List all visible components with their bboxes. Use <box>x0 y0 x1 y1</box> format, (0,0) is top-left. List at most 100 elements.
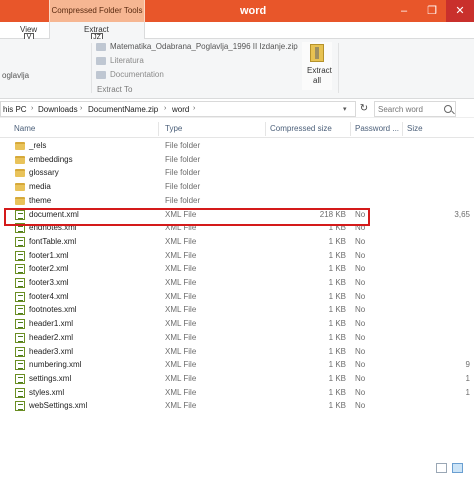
folder-row[interactable]: media File folder <box>0 181 474 195</box>
folder-icon <box>96 57 106 65</box>
chevron-down-icon[interactable]: ▾ <box>343 105 347 113</box>
file-name: numbering.xml <box>29 360 82 370</box>
file-row[interactable]: footer2.xml XML File 1 KB No <box>0 263 474 277</box>
file-name: embeddings <box>29 154 73 164</box>
file-row[interactable]: footer4.xml XML File 1 KB No <box>0 291 474 305</box>
file-type: XML File <box>165 305 197 315</box>
column-divider[interactable] <box>158 122 159 136</box>
breadcrumb-downloads[interactable]: Downloads <box>38 105 78 114</box>
ribbon-destination-2[interactable]: Literatura <box>110 56 144 65</box>
file-row[interactable]: webSettings.xml XML File 1 KB No <box>0 400 474 414</box>
file-compressed-size: 1 KB <box>328 387 346 397</box>
folder-row[interactable]: glossary File folder <box>0 167 474 181</box>
folder-icon <box>15 183 25 192</box>
column-divider[interactable] <box>265 122 266 136</box>
file-row[interactable]: numbering.xml XML File 1 KB No 9 <box>0 359 474 373</box>
file-password: No <box>355 373 366 383</box>
folder-row[interactable]: theme File folder <box>0 195 474 209</box>
file-type: XML File <box>165 332 197 342</box>
file-type: XML File <box>165 387 197 397</box>
column-compressed-size[interactable]: Compressed size <box>270 124 332 133</box>
file-row[interactable]: header2.xml XML File 1 KB No <box>0 332 474 346</box>
highlight-box <box>4 208 370 226</box>
column-password[interactable]: Password ... <box>355 124 399 133</box>
search-box[interactable] <box>374 101 456 117</box>
file-compressed-size: 1 KB <box>328 332 346 342</box>
breadcrumb-zip[interactable]: DocumentName.zip <box>88 105 158 114</box>
file-size: 1 <box>465 373 470 383</box>
file-name: header1.xml <box>29 319 74 329</box>
tab-extract[interactable]: Extract JZ <box>49 22 145 42</box>
file-row[interactable]: footnotes.xml XML File 1 KB No <box>0 304 474 318</box>
folder-row[interactable]: embeddings File folder <box>0 154 474 168</box>
extract-all-label-1: Extract <box>307 66 332 75</box>
file-type: XML File <box>165 346 197 356</box>
ribbon: oglavlja Matematika_Odabrana_Poglavlja_1… <box>0 39 474 99</box>
file-type: File folder <box>165 195 201 205</box>
search-input[interactable] <box>378 104 440 115</box>
file-password: No <box>355 278 366 287</box>
file-name: glossary <box>29 168 59 178</box>
address-row: his PC › Downloads › DocumentName.zip › … <box>0 100 474 118</box>
column-size[interactable]: Size <box>407 124 423 133</box>
file-name: _rels <box>29 141 47 150</box>
file-size: 3,65 <box>454 209 470 219</box>
chevron-right-icon[interactable]: › <box>31 105 33 112</box>
chevron-right-icon[interactable]: › <box>80 105 82 112</box>
column-divider[interactable] <box>350 122 351 136</box>
chevron-right-icon[interactable]: › <box>164 105 166 112</box>
file-row[interactable]: styles.xml XML File 1 KB No 1 <box>0 387 474 401</box>
search-icon[interactable] <box>444 105 452 113</box>
breadcrumb-word[interactable]: word <box>172 105 189 114</box>
ribbon-destination-1[interactable]: Matematika_Odabrana_Poglavlja_1996 II Iz… <box>110 42 298 51</box>
file-size: 1 <box>465 387 470 397</box>
file-row[interactable]: footer1.xml XML File 1 KB No <box>0 250 474 264</box>
folder-icon <box>15 155 25 164</box>
restore-button[interactable]: ❐ <box>418 0 446 22</box>
file-name: theme <box>29 195 52 205</box>
close-button[interactable]: ✕ <box>446 0 474 22</box>
file-compressed-size: 1 KB <box>328 319 346 329</box>
context-tab-label: Compressed Folder Tools <box>51 6 143 15</box>
xml-file-icon <box>15 332 25 343</box>
xml-file-icon <box>15 264 25 275</box>
file-row[interactable]: footer3.xml XML File 1 KB No <box>0 277 474 291</box>
file-type: XML File <box>165 401 197 411</box>
file-name: footer3.xml <box>29 278 69 287</box>
xml-file-icon <box>15 373 25 384</box>
ribbon-separator <box>338 43 339 93</box>
file-password: No <box>355 291 366 301</box>
chevron-right-icon[interactable]: › <box>193 105 195 112</box>
large-icons-view-button[interactable] <box>452 463 463 473</box>
xml-file-icon <box>15 319 25 330</box>
address-bar[interactable]: his PC › Downloads › DocumentName.zip › … <box>0 101 356 117</box>
zip-extract-icon <box>310 44 324 62</box>
file-password: No <box>355 319 366 329</box>
extract-all-label-2: all <box>313 76 322 85</box>
file-compressed-size: 1 KB <box>328 360 346 370</box>
ribbon-destination-partial[interactable]: oglavlja <box>2 71 29 80</box>
details-view-button[interactable] <box>436 463 447 473</box>
file-name: footer1.xml <box>29 250 69 260</box>
file-password: No <box>355 401 366 411</box>
file-name: media <box>29 182 51 192</box>
file-row[interactable]: settings.xml XML File 1 KB No 1 <box>0 373 474 387</box>
folder-row[interactable]: _rels File folder <box>0 140 474 154</box>
minimize-button[interactable]: – <box>390 0 418 22</box>
file-row[interactable]: fontTable.xml XML File 1 KB No <box>0 236 474 250</box>
file-name: footer2.xml <box>29 264 69 274</box>
file-row[interactable]: header1.xml XML File 1 KB No <box>0 318 474 332</box>
file-password: No <box>355 346 366 356</box>
file-type: File folder <box>165 141 201 150</box>
ribbon-destination-3[interactable]: Documentation <box>110 70 164 79</box>
column-name[interactable]: Name <box>14 124 35 133</box>
breadcrumb-this-pc[interactable]: his PC <box>3 105 27 114</box>
column-type[interactable]: Type <box>165 124 182 133</box>
column-divider[interactable] <box>402 122 403 136</box>
file-name: footer4.xml <box>29 291 69 301</box>
extract-all-button[interactable]: Extract all <box>302 42 332 90</box>
xml-file-icon <box>15 387 25 398</box>
column-headers: Name Type Compressed size Password ... S… <box>0 120 474 138</box>
file-row[interactable]: header3.xml XML File 1 KB No <box>0 346 474 360</box>
refresh-icon[interactable]: ↻ <box>358 102 370 116</box>
